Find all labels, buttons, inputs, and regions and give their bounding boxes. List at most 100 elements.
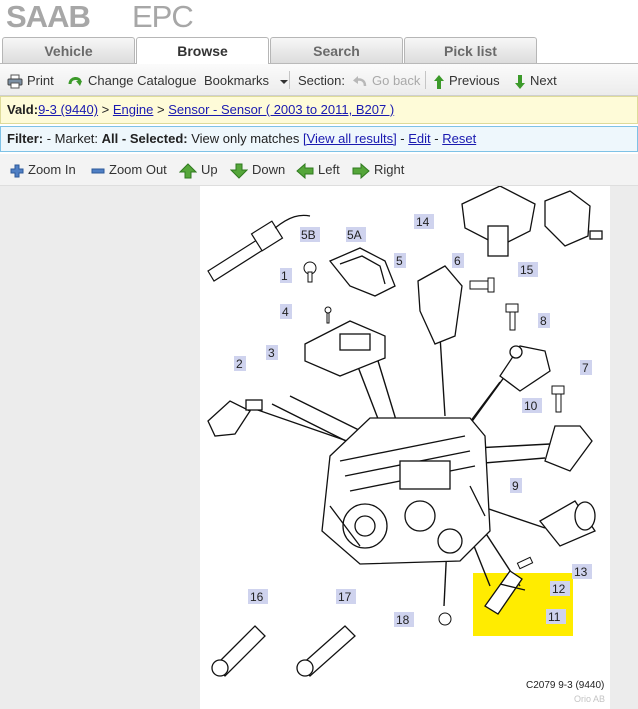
breadcrumb-section-link[interactable]: Sensor - Sensor ( 2003 to 2011, B207 ) [168,102,394,117]
callout-1[interactable]: 1 [280,268,292,283]
svg-text:6: 6 [454,254,461,268]
callout-8[interactable]: 8 [538,313,550,328]
part-8-bolt [505,303,519,331]
callout-18[interactable]: 18 [394,612,414,627]
logo-product: EPC [132,0,194,34]
tab-vehicle[interactable]: Vehicle [2,37,135,63]
plus-icon [10,164,24,178]
filter-separator: - [396,131,409,146]
parts-illustration: 1 5B 5A 5 6 14 15 4 8 3 2 7 10 9 13 12 1… [207,186,603,677]
bookmarks-dropdown[interactable]: Bookmarks [204,64,294,95]
callout-15[interactable]: 15 [518,262,538,277]
callout-9[interactable]: 9 [510,478,522,493]
callout-16[interactable]: 16 [248,589,268,604]
diagram-caption: C2079 9-3 (9440) [526,680,605,691]
previous-label: Previous [449,73,500,88]
callout-5b[interactable]: 5B [300,227,320,242]
pan-right-label: Right [374,162,405,177]
next-button[interactable]: Next [514,64,557,95]
print-button[interactable]: Print [7,64,54,95]
view-all-results-link[interactable]: [View all results] [303,131,397,146]
saab-epc-logo: SAAB EPC [6,0,206,34]
part-5-module [417,265,463,345]
callout-11[interactable]: 11 [546,609,566,624]
breadcrumb-prefix: Vald: [7,102,39,117]
pan-up-label: Up [201,162,218,177]
svg-text:5A: 5A [347,228,362,242]
part-13-sensor [539,500,596,547]
breadcrumb: Vald:9-3 (9440) > Engine > Sensor - Sens… [0,96,638,124]
callout-12[interactable]: 12 [550,581,570,596]
callout-3[interactable]: 3 [266,345,278,360]
pan-down-button[interactable]: Down [230,154,285,185]
callout-5[interactable]: 5 [394,253,406,268]
callout-4[interactable]: 4 [280,304,292,319]
diagram-watermark: Orio AB [574,694,606,704]
callout-14[interactable]: 14 [414,214,434,229]
logo-brand: SAAB [6,0,91,34]
breadcrumb-separator: > [153,102,169,117]
svg-text:17: 17 [338,590,352,604]
zoom-out-button[interactable]: Zoom Out [91,154,167,185]
callout-6[interactable]: 6 [452,253,464,268]
previous-button[interactable]: Previous [433,64,500,95]
breadcrumb-group-link[interactable]: Engine [113,102,153,117]
breadcrumb-separator: > [98,102,113,117]
reset-filter-link[interactable]: Reset [442,131,476,146]
pan-up-button[interactable]: Up [179,154,218,185]
svg-text:5: 5 [396,254,403,268]
callout-2[interactable]: 2 [234,356,246,371]
filter-bar: Filter: - Market: All - Selected: View o… [0,126,638,152]
arrow-up-icon [434,74,444,89]
breadcrumb-model-link[interactable]: 9-3 (9440) [38,102,98,117]
arrow-up-icon [179,162,197,179]
pan-left-label: Left [318,162,340,177]
callout-7[interactable]: 7 [580,360,592,375]
svg-text:4: 4 [282,305,289,319]
toolbar-divider [289,71,290,89]
svg-text:5B: 5B [301,228,316,242]
svg-text:15: 15 [520,263,534,277]
callout-5a[interactable]: 5A [346,227,366,242]
arrow-left-icon [296,162,314,179]
zoom-toolbar: Zoom In Zoom Out Up Down Left Right [0,154,638,186]
callout-13[interactable]: 13 [572,564,592,579]
arrow-down-icon [230,163,248,179]
part-5b-bolt [303,261,317,283]
svg-text:16: 16 [250,590,264,604]
change-catalogue-label: Change Catalogue [88,73,197,88]
svg-text:13: 13 [574,565,588,579]
tab-pick-list[interactable]: Pick list [404,37,537,63]
go-back-button[interactable]: Go back [352,64,420,95]
part-3-control-unit [304,320,386,377]
callout-10[interactable]: 10 [522,398,542,413]
part-7-sensor [499,345,551,392]
filter-market-value: All [101,131,119,146]
svg-text:9: 9 [512,479,519,493]
filter-selected-label: - Selected: [118,131,192,146]
part-5a-bracket [328,247,396,297]
part-16-sensor [211,625,266,677]
change-catalogue-icon [68,77,82,87]
pan-left-button[interactable]: Left [296,154,340,185]
chevron-down-icon [279,79,288,84]
parts-diagram[interactable]: 1 5B 5A 5 6 14 15 4 8 3 2 7 10 9 13 12 1… [200,186,610,709]
part-10-bolt [551,385,565,413]
svg-text:10: 10 [524,399,538,413]
tab-search[interactable]: Search [270,37,403,63]
part-15-sensor [544,190,603,247]
change-catalogue-button[interactable]: Change Catalogue [67,64,196,95]
part-1-sensor [207,214,311,282]
printer-icon [7,74,23,89]
zoom-in-button[interactable]: Zoom In [10,154,76,185]
callout-17[interactable]: 17 [336,589,356,604]
tab-browse[interactable]: Browse [136,37,269,65]
pan-right-button[interactable]: Right [352,154,404,185]
next-label: Next [530,73,557,88]
svg-text:7: 7 [582,361,589,375]
edit-filter-link[interactable]: Edit [408,131,430,146]
filter-label: Filter: [7,131,44,146]
main-tabs: Vehicle Browse Search Pick list [0,37,638,65]
zoom-in-label: Zoom In [28,162,76,177]
svg-text:12: 12 [552,582,566,596]
